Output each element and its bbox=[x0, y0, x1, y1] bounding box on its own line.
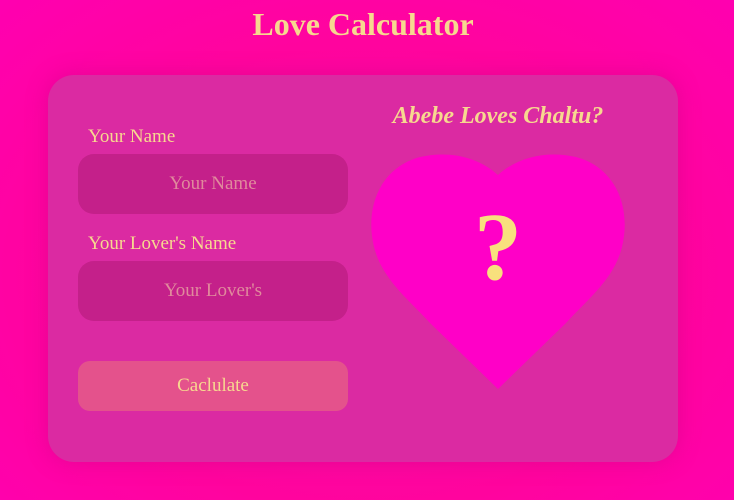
your-name-input[interactable] bbox=[78, 154, 348, 214]
calculator-card: Your Name Your Lover's Name Caclulate Ab… bbox=[48, 75, 678, 462]
result-question-mark: ? bbox=[474, 193, 522, 300]
lover-name-input[interactable] bbox=[78, 261, 348, 321]
result-heading: Abebe Loves Chaltu? bbox=[392, 103, 604, 129]
result-heart: ? bbox=[368, 153, 628, 389]
calculate-button[interactable]: Caclulate bbox=[78, 361, 348, 411]
lover-name-label: Your Lover's Name bbox=[88, 233, 237, 254]
app-title: Love Calculator bbox=[252, 6, 474, 42]
your-name-label: Your Name bbox=[88, 126, 176, 147]
